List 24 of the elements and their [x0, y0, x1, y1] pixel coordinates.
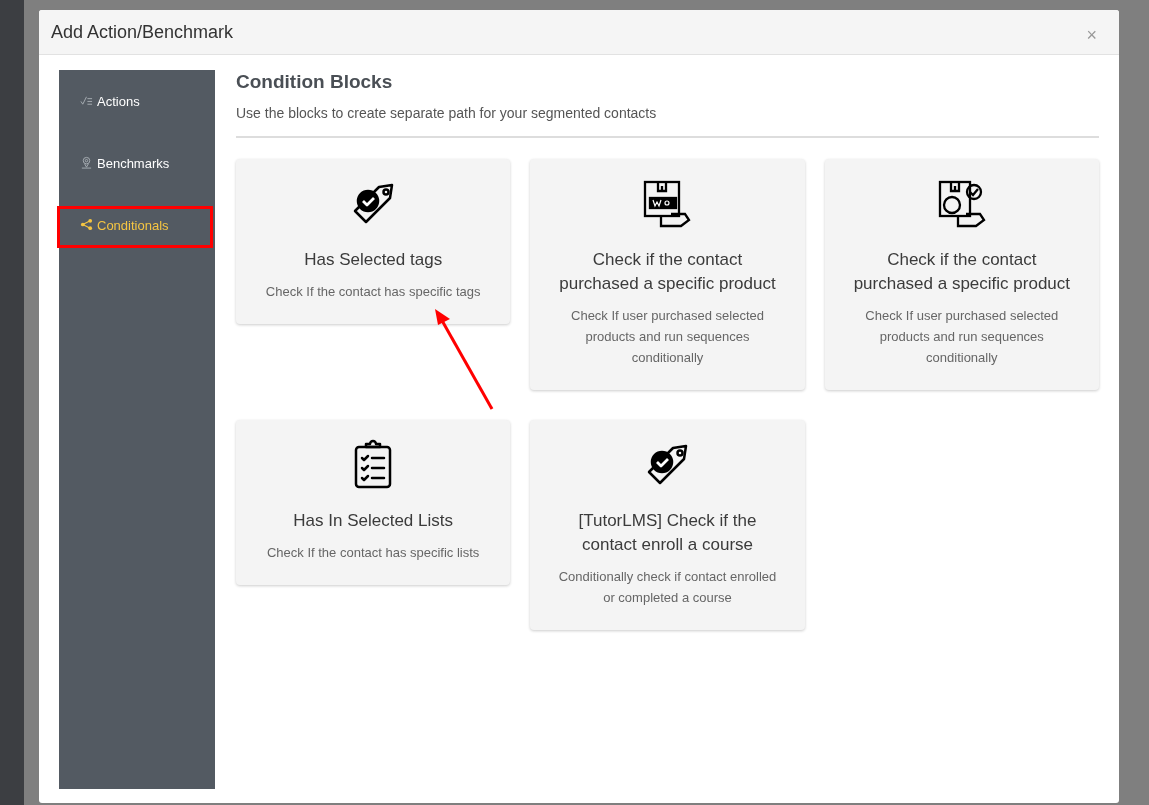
card-description: Check If the contact has specific lists [265, 543, 481, 562]
sidebar-item[interactable]: Benchmarks [59, 154, 215, 216]
section-title: Condition Blocks [236, 70, 394, 94]
location-pin-icon [80, 156, 93, 169]
section-subtitle: Use the blocks to create separate path for your segmented contacts [236, 102, 1099, 138]
card-description: Check If the contact has specific tags [264, 282, 482, 301]
share-icon [80, 218, 93, 231]
card-description: Conditionally check if contact enrolled or completed a course [557, 567, 778, 607]
condition-card[interactable]: Has Selected tags Check If the contact has specific tags [236, 158, 511, 324]
sidebar-item[interactable]: Conditionals [59, 216, 215, 278]
condition-card[interactable]: [TutorLMS] Check if the contact enroll a course Conditionally check if contact enrolled or completed a course [530, 419, 805, 630]
card-description: Check If user purchased selected products and run sequences conditionally [570, 306, 765, 367]
card-title: Check if the contact purchased a specific product [852, 248, 1072, 295]
checklist-icon [80, 94, 93, 107]
dialog-title: Add Action/Benchmark [51, 20, 234, 44]
condition-card[interactable]: Has In Selected Lists Check If the contact has specific lists [236, 419, 511, 585]
card-title: Has In Selected Lists [292, 509, 454, 532]
condition-card[interactable]: Check if the contact purchased a specific product Check If user purchased selected products and run sequences conditionally [824, 158, 1099, 390]
card-title: Has Selected tags [303, 248, 444, 271]
sidebar-item[interactable]: Actions [59, 92, 215, 154]
condition-card[interactable]: Check if the contact purchased a specific product Check If user purchased selected products and run sequences conditionally [530, 158, 805, 390]
card-title: Check if the contact purchased a specific product [558, 248, 777, 295]
card-description: Check If user purchased selected products and run sequences conditionally [864, 306, 1060, 367]
card-title: [TutorLMS] Check if the contact enroll a course [577, 509, 758, 556]
